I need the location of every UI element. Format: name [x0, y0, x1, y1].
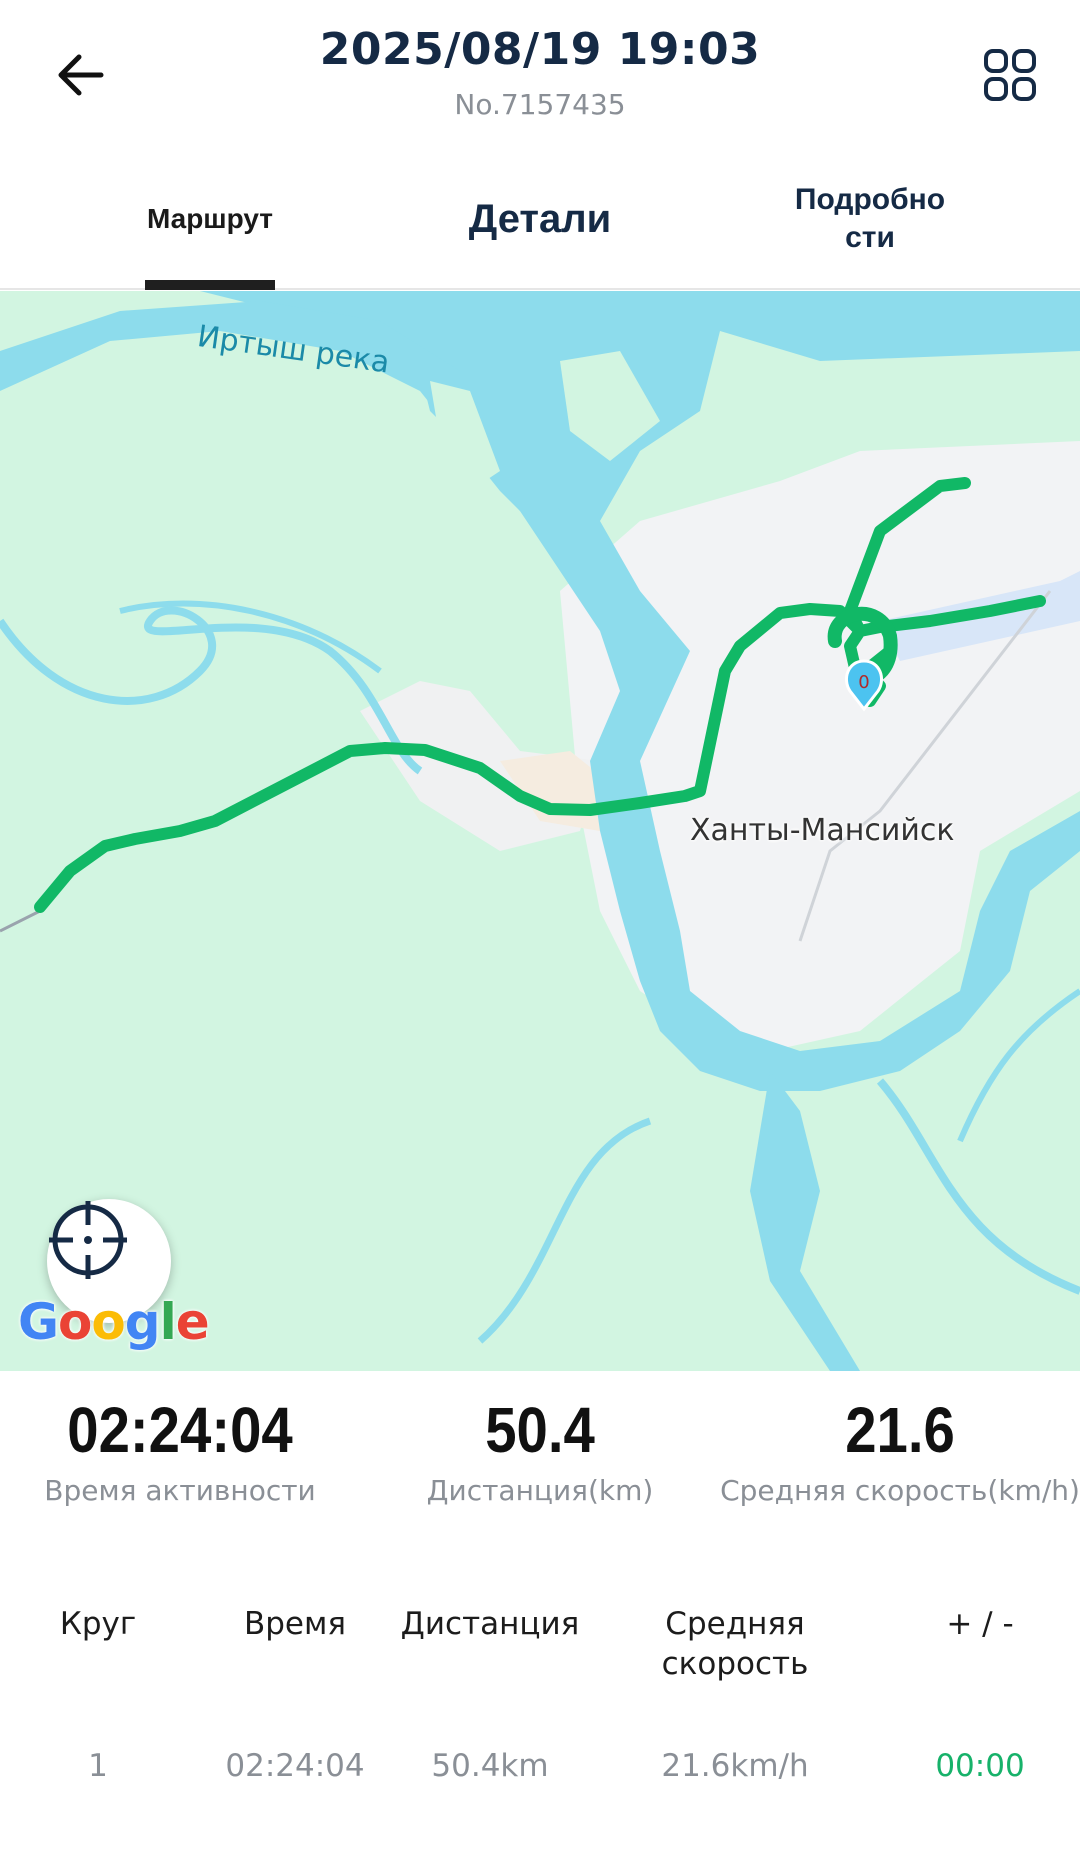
stream-east [957, 988, 1080, 1143]
start-marker-label: 0 [858, 672, 869, 693]
stat-value: 50.4 [485, 1394, 595, 1466]
google-logo: Google [18, 1293, 210, 1351]
river-tributary [750, 1071, 860, 1371]
route-map[interactable]: 0 Иртыш река Ханты-Мансийск Google [0, 291, 1080, 1371]
grid-icon [984, 49, 1036, 101]
city-label: Ханты-Мансийск [690, 813, 955, 848]
col-avg-speed: Средняя скорость [661, 1606, 809, 1682]
tab-details[interactable]: Детали [420, 150, 660, 288]
record-number: No.7157435 [454, 88, 626, 121]
stat-value: 21.6 [845, 1394, 955, 1466]
lap-time: 02:24:04 [225, 1748, 365, 1784]
app-header: 2025/08/19 19:03 No.7157435 [0, 0, 1080, 150]
stream-south-2 [876, 1078, 1080, 1295]
col-lap: Круг [59, 1606, 137, 1642]
lap-distance: 50.4km [431, 1748, 549, 1784]
menu-button[interactable] [970, 35, 1050, 115]
col-time: Время [243, 1606, 347, 1642]
stat-value: 02:24:04 [67, 1394, 293, 1466]
tab-route-label: Маршрут [146, 203, 274, 234]
lap-number: 1 [88, 1748, 108, 1784]
stat-distance: 50.4 Дистанция(km) [360, 1393, 720, 1509]
stat-label: Средняя скорость(km/h) [720, 1474, 1080, 1507]
stat-avg-speed: 21.6 Средняя скорость(km/h) [720, 1393, 1080, 1509]
col-diff: + / - [946, 1606, 1014, 1642]
tab-details-label: Детали [468, 196, 612, 241]
tab-bar: Маршрут Детали Подробно сти [0, 150, 1080, 290]
stat-active-time: 02:24:04 Время активности [0, 1393, 360, 1509]
active-tab-indicator [145, 280, 275, 290]
tab-route[interactable]: Маршрут [120, 150, 300, 290]
page-title: 2025/08/19 19:03 [319, 24, 761, 75]
lap-diff: 00:00 [935, 1748, 1025, 1784]
col-distance: Дистанция [400, 1606, 580, 1642]
stat-label: Время активности [44, 1474, 316, 1507]
crosshair-icon [49, 1201, 127, 1279]
laps-header: Круг Время Дистанция Средняя скорость + … [0, 1604, 1080, 1694]
tab-more-details-label: Подробно сти [794, 183, 946, 254]
lap-avg-speed: 21.6km/h [661, 1748, 809, 1784]
tab-more-details[interactable]: Подробно сти [770, 150, 970, 288]
summary-stats: 02:24:04 Время активности 50.4 Дистанция… [0, 1375, 1080, 1575]
stat-label: Дистанция(km) [426, 1474, 654, 1507]
stream-south [477, 1117, 652, 1344]
road [0, 909, 41, 933]
